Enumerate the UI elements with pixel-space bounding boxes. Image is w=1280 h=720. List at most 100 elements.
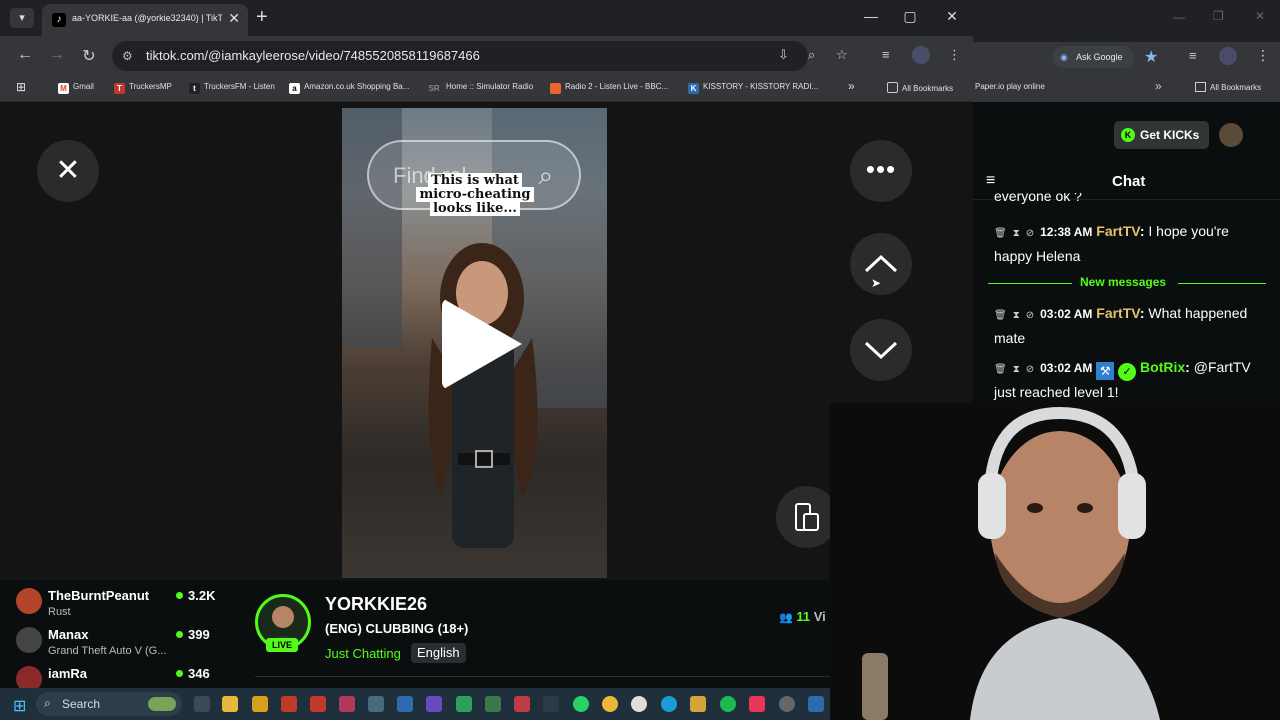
tab-close-icon[interactable]: ✕: [228, 10, 240, 27]
bookmark-radio2[interactable]: ▮ Radio 2 - Listen Live - BBC...: [550, 82, 668, 94]
new-messages-divider: New messages: [988, 274, 1266, 292]
timeout-icon[interactable]: ⧗: [1013, 364, 1020, 375]
recommended-channel[interactable]: TheBurntPeanut Rust 3.2K: [16, 588, 246, 626]
timeout-icon[interactable]: ⧗: [1013, 310, 1020, 321]
steam-icon[interactable]: [543, 696, 559, 712]
close-window-button[interactable]: ✕: [942, 8, 962, 25]
more-bookmarks-icon[interactable]: »: [848, 79, 855, 93]
right-profile-avatar[interactable]: [1219, 47, 1237, 65]
streamer-name[interactable]: YORKKIE26: [325, 594, 427, 615]
right-all-bookmarks[interactable]: All Bookmarks: [1195, 82, 1261, 92]
media-control-icon[interactable]: ≡: [882, 47, 890, 62]
tiktok-app-icon[interactable]: [749, 696, 765, 712]
app-icon[interactable]: [252, 696, 268, 712]
play-icon[interactable]: [442, 298, 522, 390]
chat-message: 🗑 ⧗ ⊘ 03:02 AM FartTV: What happened mate: [994, 305, 1248, 346]
task-view-icon[interactable]: [194, 696, 210, 712]
app-icon[interactable]: [281, 696, 297, 712]
get-kicks-button[interactable]: K Get KICKs: [1114, 121, 1209, 149]
edge-icon[interactable]: [661, 696, 677, 712]
back-button[interactable]: ←: [14, 46, 36, 64]
trash-icon[interactable]: 🗑: [994, 310, 1007, 321]
recommended-channel[interactable]: iamRa 346: [16, 666, 246, 688]
all-bookmarks[interactable]: All Bookmarks: [887, 82, 953, 93]
picture-in-picture-button[interactable]: [776, 486, 838, 548]
apps-icon[interactable]: ⊞: [16, 80, 26, 94]
spotify-icon[interactable]: [720, 696, 736, 712]
app-icon[interactable]: [779, 696, 795, 712]
address-bar[interactable]: ⚙ tiktok.com/@iamkayleerose/video/748552…: [112, 41, 848, 71]
right-minimize-button[interactable]: —: [1173, 10, 1185, 24]
whatsapp-icon[interactable]: [573, 696, 589, 712]
right-menu-icon[interactable]: ⋮: [1256, 47, 1270, 64]
minimize-button[interactable]: —: [861, 8, 881, 24]
right-media-control-icon[interactable]: ≡: [1189, 48, 1197, 63]
bookmark-paperio[interactable]: Paper.io play online: [975, 82, 1045, 91]
app-icon[interactable]: [485, 696, 501, 712]
timeout-icon[interactable]: ⧗: [1013, 228, 1020, 239]
tiktok-video[interactable]: Find rel ⌕ This is what micro-cheating l…: [342, 108, 607, 578]
trash-icon[interactable]: 🗑: [994, 228, 1007, 239]
app-icon[interactable]: [514, 696, 530, 712]
trash-icon[interactable]: 🗑: [994, 364, 1007, 375]
ban-icon[interactable]: ⊘: [1026, 310, 1034, 321]
close-video-button[interactable]: ✕: [37, 140, 99, 202]
right-bookmarks-bar: Paper.io play online » All Bookmarks: [973, 76, 1280, 102]
app-icon[interactable]: [808, 696, 824, 712]
reload-button[interactable]: ↻: [78, 46, 100, 66]
right-close-button[interactable]: ✕: [1255, 9, 1265, 23]
collapse-chat-icon[interactable]: ≡: [986, 172, 995, 190]
right-more-bookmarks-icon[interactable]: »: [1155, 79, 1162, 93]
recommended-channel[interactable]: Manax Grand Theft Auto V (G... 399: [16, 627, 246, 665]
recommended-name: iamRa: [48, 666, 88, 681]
verified-badge-icon: ✓: [1118, 363, 1137, 381]
bookmark-star-filled-icon[interactable]: ★: [1144, 47, 1158, 67]
chat-username[interactable]: FartTV: [1096, 223, 1140, 239]
site-info-icon[interactable]: ⚙: [122, 49, 133, 63]
next-video-button[interactable]: [850, 319, 912, 381]
app-icon[interactable]: [631, 696, 647, 712]
more-options-button[interactable]: •••: [850, 140, 912, 202]
app-icon[interactable]: [426, 696, 442, 712]
new-tab-button[interactable]: +: [256, 6, 268, 29]
app-icon[interactable]: [310, 696, 326, 712]
bookmark-kisstory[interactable]: K KISSTORY - KISSTORY RADI...: [688, 82, 818, 94]
bookmark-gmail[interactable]: M Gmail: [58, 82, 94, 94]
windows-start-icon[interactable]: ⊞: [13, 696, 26, 716]
stream-category[interactable]: Just Chatting: [325, 646, 401, 661]
file-explorer-icon[interactable]: [222, 696, 238, 712]
zoom-icon[interactable]: ⌕: [808, 47, 815, 63]
forward-button[interactable]: →: [46, 46, 68, 64]
tab-search-button[interactable]: ▾: [10, 8, 34, 28]
ban-icon[interactable]: ⊘: [1026, 228, 1034, 239]
user-avatar[interactable]: [1219, 123, 1243, 147]
bookmark-star-icon[interactable]: ☆: [836, 47, 848, 63]
recommended-name: Manax: [48, 627, 89, 642]
browser-tab[interactable]: ♪ aa-YORKIE-aa (@yorkie32340) | TikTok ✕: [42, 4, 248, 36]
app-icon[interactable]: [456, 696, 472, 712]
app-icon[interactable]: [339, 696, 355, 712]
chat-username[interactable]: FartTV: [1096, 305, 1140, 321]
folder-icon: [887, 82, 898, 93]
bookmark-truckersmp[interactable]: T TruckersMP: [114, 82, 172, 94]
app-icon[interactable]: [397, 696, 413, 712]
app-icon[interactable]: [690, 696, 706, 712]
right-restore-button[interactable]: ❐: [1213, 9, 1224, 23]
ask-google-button[interactable]: ◉ Ask Google: [1052, 46, 1134, 68]
install-icon[interactable]: ⇩: [778, 47, 789, 63]
bookmark-simulator-radio[interactable]: SR Home :: Simulator Radio: [426, 82, 533, 94]
chat-username[interactable]: BotRix: [1140, 359, 1185, 375]
bookmark-truckersfm[interactable]: t TruckersFM - Listen: [189, 82, 275, 94]
profile-avatar[interactable]: [912, 46, 930, 64]
maximize-button[interactable]: ▢: [900, 8, 920, 25]
ban-icon[interactable]: ⊘: [1026, 364, 1034, 375]
taskbar-search[interactable]: ⌕ Search: [36, 692, 182, 716]
bookmark-amazon[interactable]: a Amazon.co.uk Shopping Ba...: [289, 82, 409, 94]
menu-icon[interactable]: ⋮: [948, 47, 961, 63]
bookmarks-bar: ⊞ M Gmail T TruckersMP t TruckersFM - Liste…: [0, 76, 973, 102]
language-tag[interactable]: English: [411, 643, 466, 663]
recommended-viewers: 3.2K: [176, 588, 215, 603]
windows-taskbar: ⊞ ⌕ Search: [0, 688, 830, 720]
app-icon[interactable]: [368, 696, 384, 712]
chrome-icon[interactable]: [602, 696, 618, 712]
